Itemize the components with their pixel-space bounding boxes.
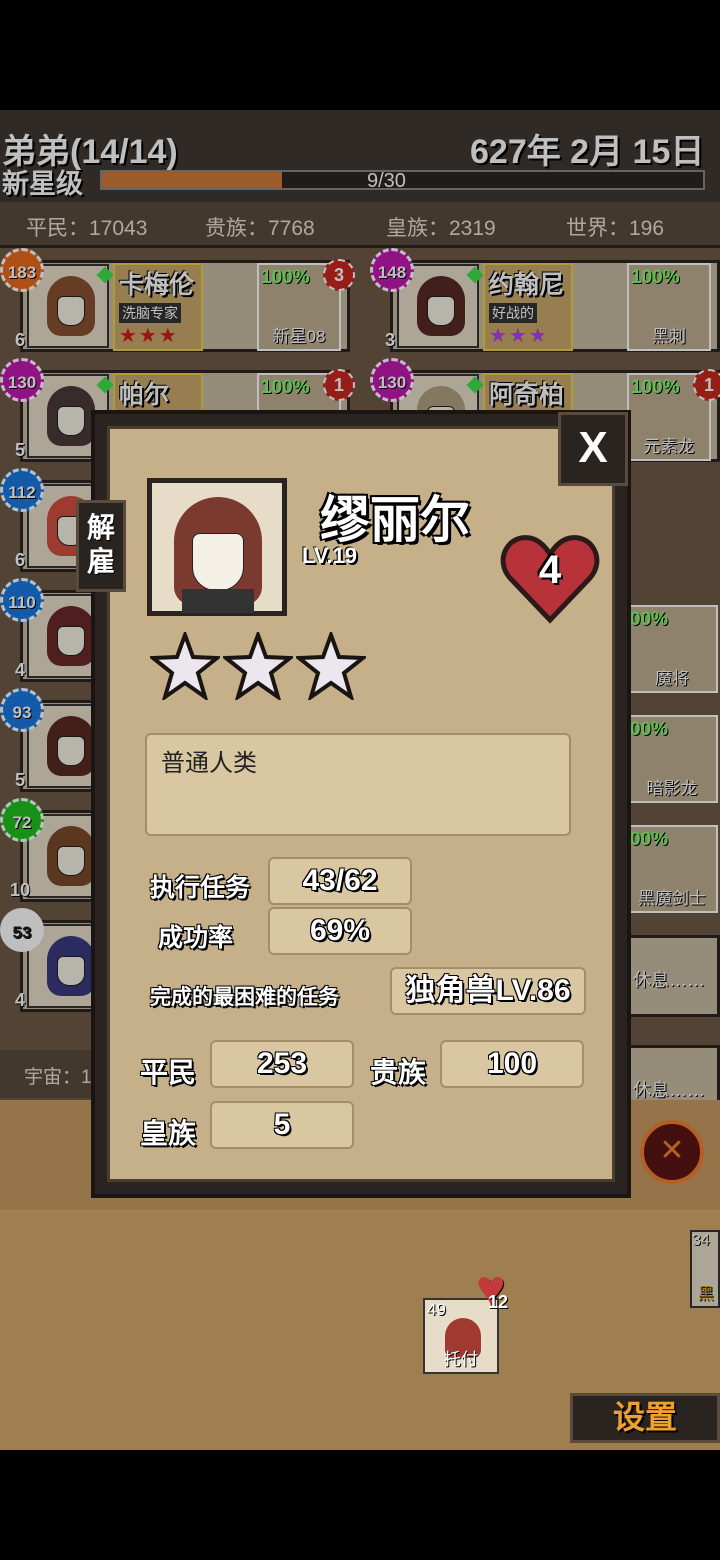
star-icon	[223, 632, 293, 700]
commoner-value: 253	[210, 1040, 354, 1088]
success-rate-label: 成功率	[158, 924, 234, 952]
dismiss-label: 解雇	[86, 512, 115, 577]
loyalty-value: 4	[538, 548, 562, 592]
star-icon	[296, 632, 366, 700]
close-button[interactable]: X	[558, 412, 628, 486]
noble-value: 100	[440, 1040, 584, 1088]
task-label: 托付	[444, 1350, 478, 1369]
hardest-mission-label: 完成的最困难的任务	[150, 986, 339, 1009]
hero-face	[192, 533, 244, 591]
hero-body	[182, 589, 254, 613]
hero-description: 普通人类	[145, 733, 571, 836]
dismiss-button[interactable]: 解雇	[76, 500, 126, 592]
task-hearts-value: 12	[487, 1292, 509, 1312]
task-character-level: 49	[427, 1300, 446, 1319]
noble-label: 贵族	[370, 1057, 427, 1088]
hero-level: LV.19	[302, 543, 358, 568]
missions-value: 43/62	[268, 857, 412, 905]
royal-label: 皇族	[140, 1118, 197, 1149]
commoner-label: 平民	[140, 1057, 197, 1088]
success-rate-value: 69%	[268, 907, 412, 955]
star-icon	[150, 632, 220, 700]
hero-portrait	[147, 478, 287, 616]
hero-name: 缪丽尔	[320, 492, 470, 548]
hardest-mission-value: 独角兽LV.86	[390, 967, 586, 1015]
settings-button[interactable]: 设置	[570, 1393, 720, 1443]
task-hearts-badge: 12	[476, 1272, 516, 1320]
royal-value: 5	[210, 1101, 354, 1149]
missions-label: 执行任务	[150, 874, 251, 902]
loyalty-heart: 4	[500, 530, 600, 626]
